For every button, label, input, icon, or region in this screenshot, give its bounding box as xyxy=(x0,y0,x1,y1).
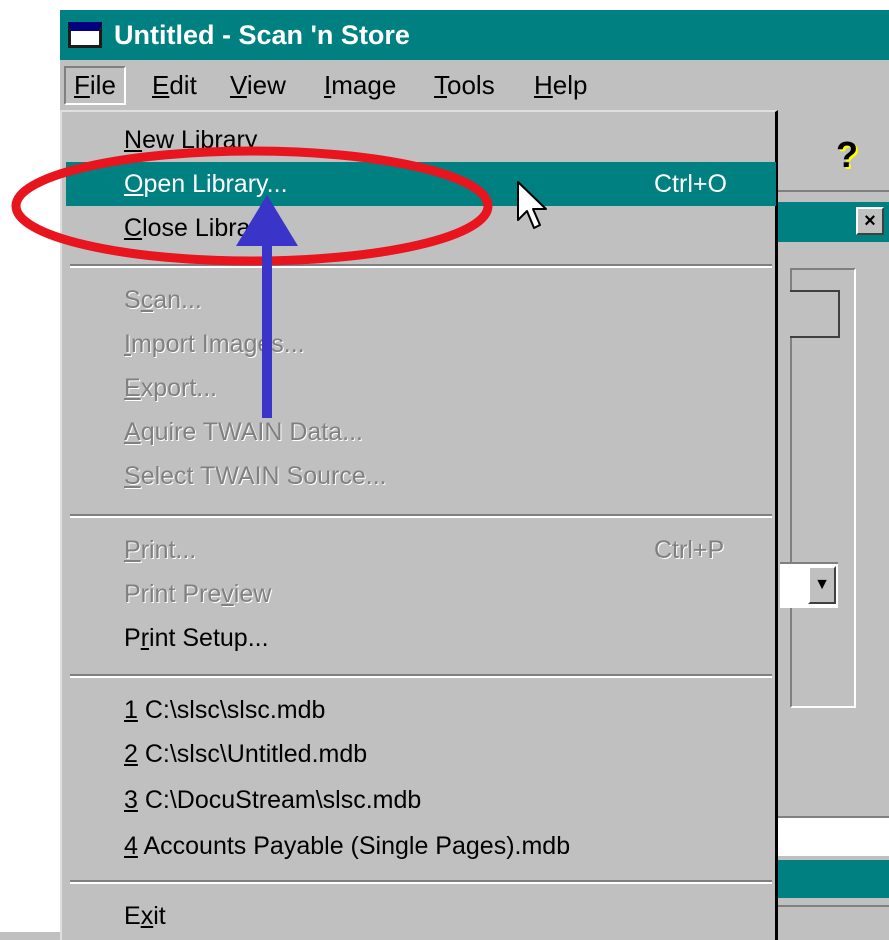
menu-item-scan[interactable]: Scan... xyxy=(66,278,776,322)
text-field[interactable] xyxy=(778,816,889,856)
menu-item-exit[interactable]: Exit xyxy=(66,894,776,938)
menu-separator xyxy=(70,674,772,678)
file-menu-dropdown: New Library Open Library... Ctrl+O Close… xyxy=(60,110,778,940)
menu-item-open-library[interactable]: Open Library... Ctrl+O xyxy=(66,162,776,206)
preview-frame xyxy=(790,290,840,338)
menu-item-recent-1[interactable]: 1 C:\slsc\slsc.mdb xyxy=(66,688,776,732)
app-window-icon[interactable] xyxy=(68,22,102,48)
screen-margin-top xyxy=(0,0,889,10)
menu-item-print-preview[interactable]: Print Preview xyxy=(66,572,776,616)
menu-item-print-setup[interactable]: Print Setup... xyxy=(66,616,776,660)
menu-bar: File Edit View Image Tools Help xyxy=(60,60,889,110)
menu-file[interactable]: File xyxy=(64,66,126,105)
menu-item-acquire-twain[interactable]: Aquire TWAIN Data... xyxy=(66,410,776,454)
shortcut-ctrl-o: Ctrl+O xyxy=(654,170,727,198)
menu-item-recent-2[interactable]: 2 C:\slsc\Untitled.mdb xyxy=(66,732,776,776)
menu-separator xyxy=(70,880,772,884)
shortcut-ctrl-p: Ctrl+P xyxy=(654,536,725,564)
menu-view[interactable]: View xyxy=(222,68,294,103)
menu-separator xyxy=(70,264,772,268)
menu-item-new-library[interactable]: New Library xyxy=(66,118,776,162)
divider xyxy=(778,905,889,907)
menu-item-recent-3[interactable]: 3 C:\DocuStream\slsc.mdb xyxy=(66,778,776,822)
menu-item-select-twain-source[interactable]: Select TWAIN Source... xyxy=(66,454,776,498)
menu-item-export[interactable]: Export... xyxy=(66,366,776,410)
menu-item-import-images[interactable]: Import Images... xyxy=(66,322,776,366)
menu-item-print[interactable]: Print... Ctrl+P xyxy=(66,528,776,572)
chevron-down-icon[interactable]: ▼ xyxy=(808,566,836,604)
help-icon[interactable]: ? xyxy=(836,134,858,176)
menu-separator xyxy=(70,514,772,518)
toolbar-divider xyxy=(778,190,889,192)
menu-help[interactable]: Help xyxy=(526,68,595,103)
menu-item-close-library[interactable]: Close Library xyxy=(66,206,776,250)
screen-margin-left xyxy=(0,0,60,932)
status-panel-bar xyxy=(778,860,889,898)
title-bar: Untitled - Scan 'n Store xyxy=(60,10,889,60)
menu-item-recent-4[interactable]: 4 Accounts Payable (Single Pages).mdb xyxy=(66,824,776,868)
close-icon[interactable]: × xyxy=(856,207,884,235)
menu-tools[interactable]: Tools xyxy=(426,68,503,103)
window-title: Untitled - Scan 'n Store xyxy=(114,19,410,50)
menu-image[interactable]: Image xyxy=(316,68,404,103)
menu-edit[interactable]: Edit xyxy=(144,68,205,103)
